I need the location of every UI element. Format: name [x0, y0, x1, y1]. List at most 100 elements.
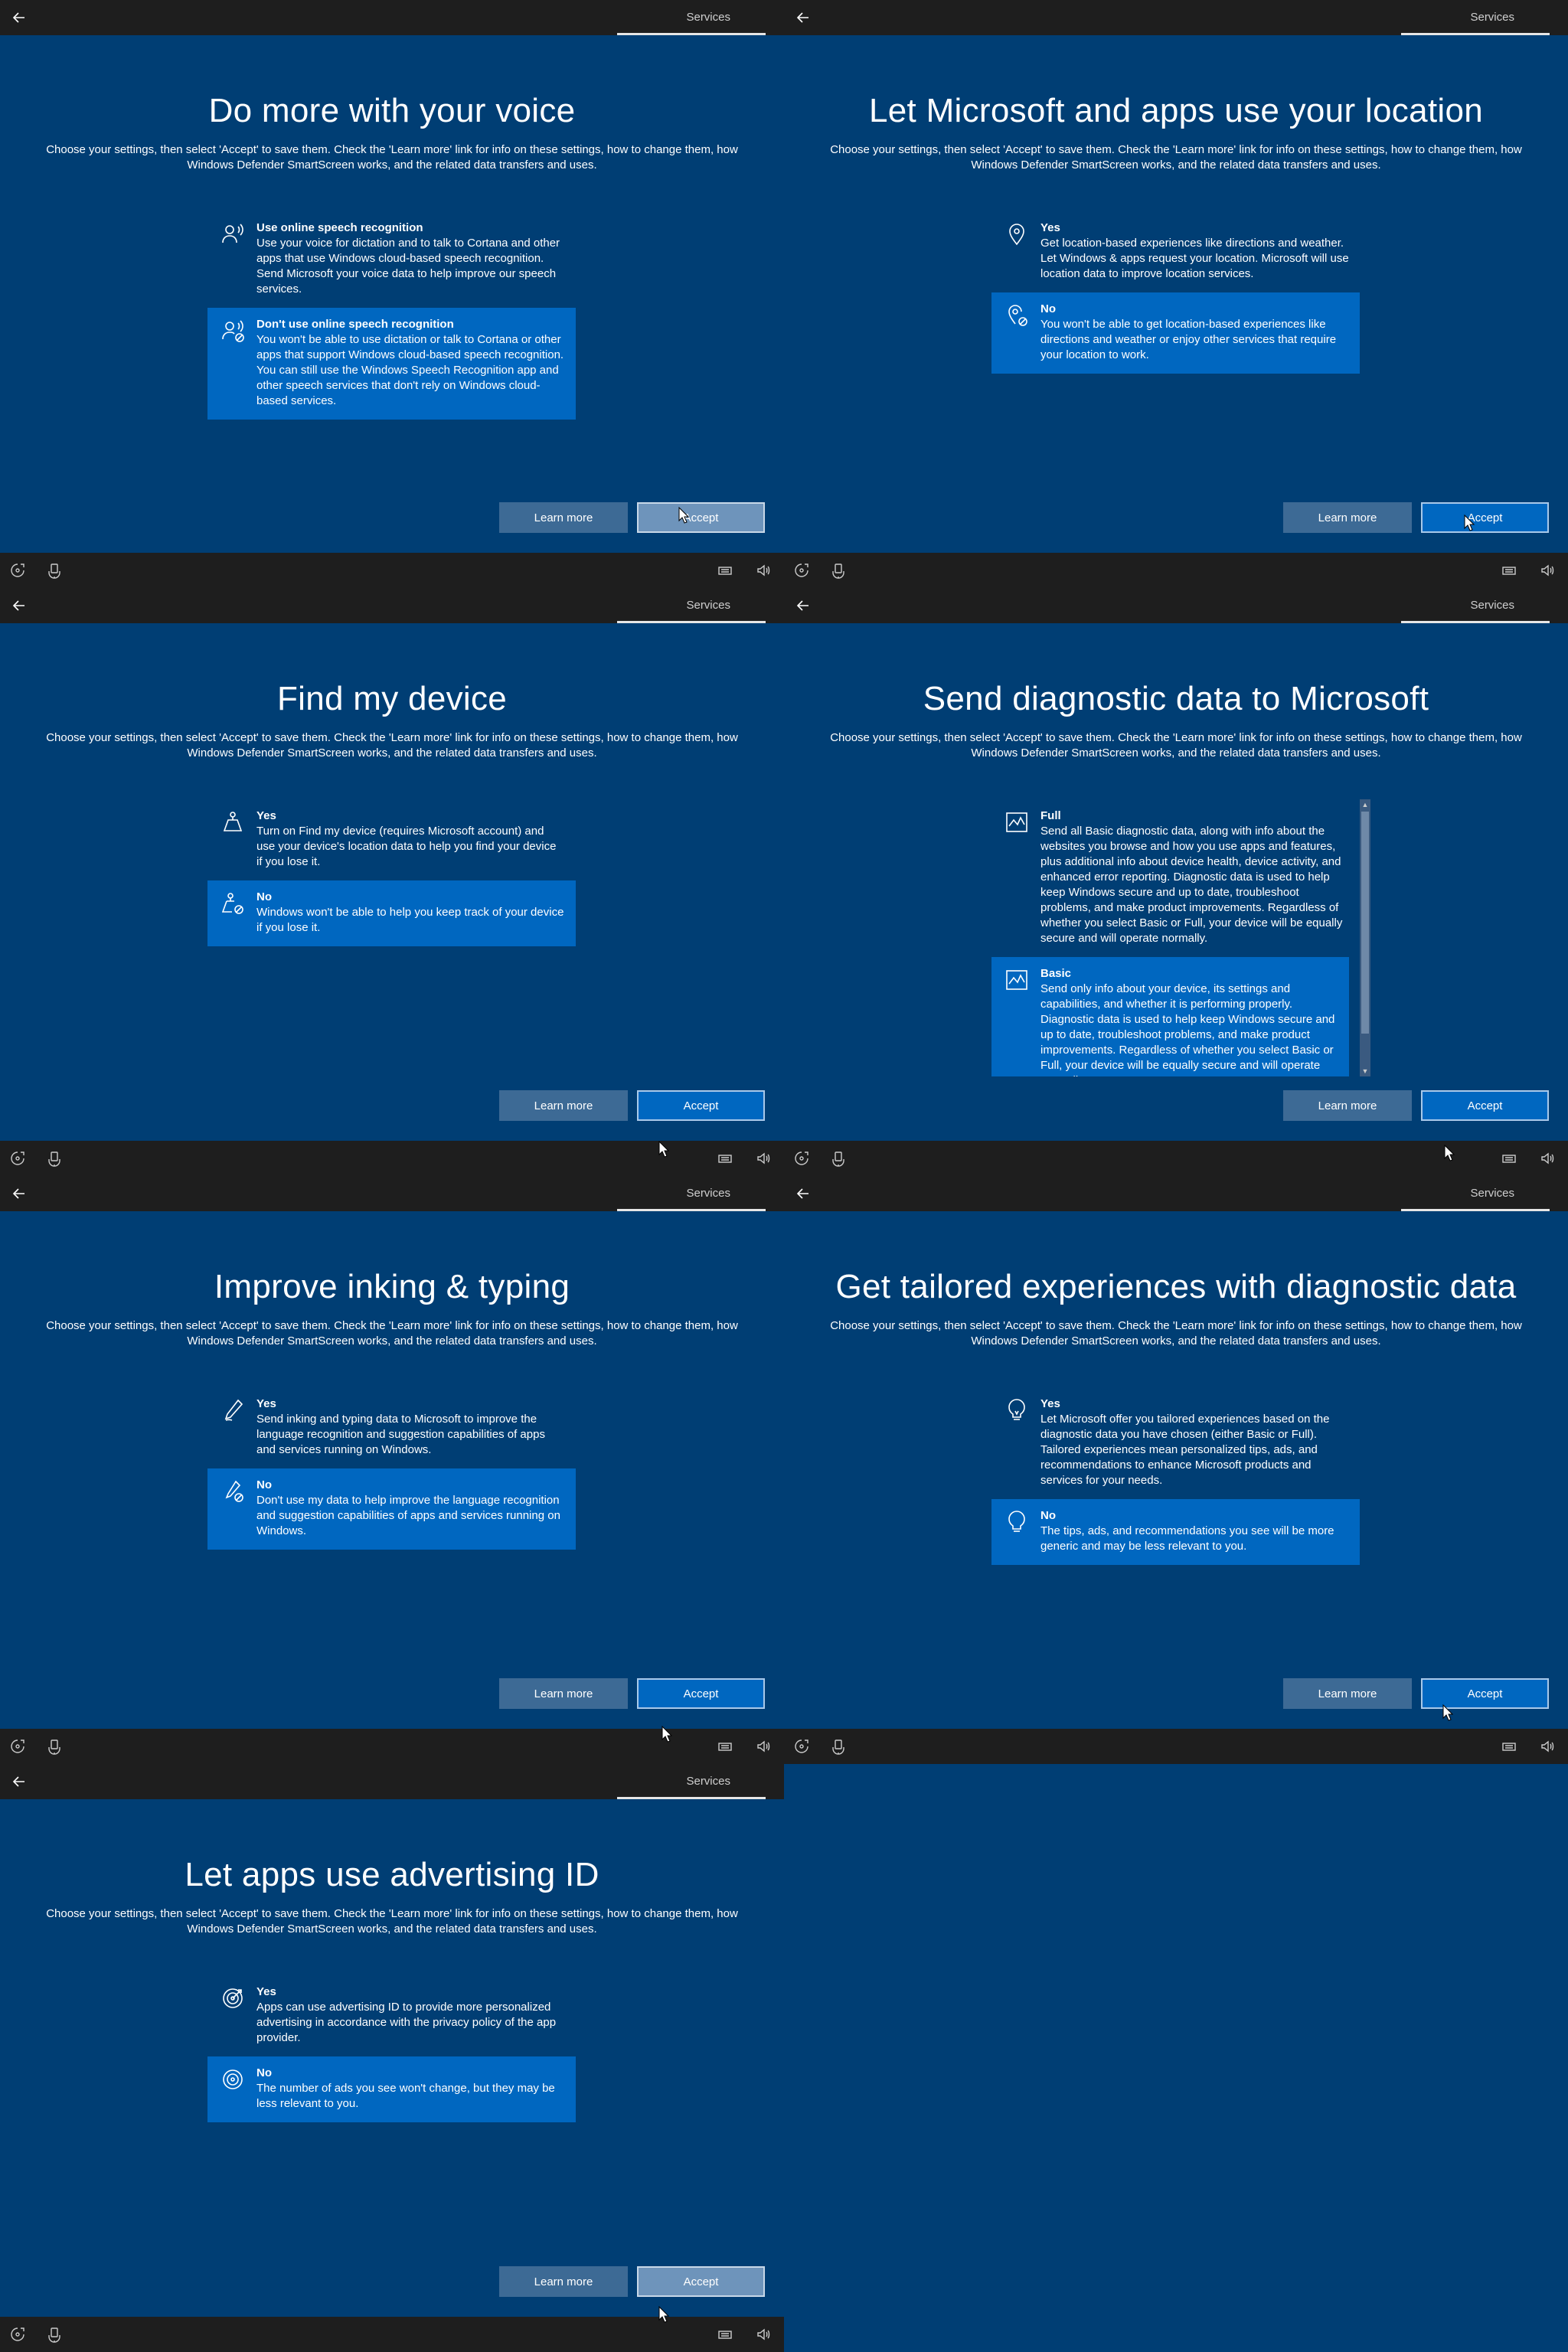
- keyboard-icon[interactable]: [1501, 562, 1517, 579]
- scroll-up-arrow[interactable]: ▲: [1360, 799, 1370, 810]
- option-yes[interactable]: Yes Send inking and typing data to Micros…: [207, 1387, 576, 1468]
- back-arrow-icon[interactable]: Back: [793, 1184, 813, 1204]
- tab-services[interactable]: Services: [686, 1775, 730, 1788]
- volume-icon[interactable]: [1539, 1738, 1556, 1755]
- speech-icon: [220, 221, 246, 247]
- microphone-icon[interactable]: [46, 2326, 63, 2343]
- accept-button[interactable]: Accept: [1421, 1090, 1549, 1121]
- keyboard-icon[interactable]: [717, 2326, 733, 2343]
- option-no[interactable]: No The tips, ads, and recommendations you…: [991, 1499, 1360, 1565]
- keyboard-icon[interactable]: [1501, 1738, 1517, 1755]
- option-no[interactable]: No Don't use my data to help improve the …: [207, 1468, 576, 1550]
- option-body: You won't be able to get location-based …: [1040, 318, 1337, 361]
- microphone-icon[interactable]: [46, 562, 63, 579]
- microphone-icon[interactable]: [46, 1738, 63, 1755]
- learn-more-button[interactable]: Learn more: [499, 1678, 628, 1709]
- scrollbar[interactable]: ▲ ▼: [1360, 799, 1370, 1076]
- keyboard-icon[interactable]: [717, 562, 733, 579]
- accept-button[interactable]: Accept: [637, 502, 765, 533]
- top-bar: Back Services: [0, 588, 784, 623]
- top-bar: Back Services: [0, 0, 784, 35]
- learn-more-button[interactable]: Learn more: [499, 502, 628, 533]
- back-arrow-icon[interactable]: Back: [9, 596, 29, 616]
- option-no[interactable]: No The number of ads you see won't change…: [207, 2056, 576, 2122]
- microphone-icon[interactable]: [46, 1150, 63, 1167]
- learn-more-button[interactable]: Learn more: [1283, 502, 1412, 533]
- tab-services[interactable]: Services: [686, 1187, 730, 1200]
- back-arrow-icon[interactable]: Back: [9, 8, 29, 28]
- option-don-t-use-online-speech-recognition[interactable]: Don't use online speech recognition You w…: [207, 308, 576, 420]
- volume-icon[interactable]: [755, 562, 772, 579]
- tab-services[interactable]: Services: [1470, 11, 1514, 24]
- page-title: Improve inking & typing: [214, 1268, 570, 1305]
- tab-underline: [617, 1797, 766, 1799]
- microphone-icon[interactable]: [830, 562, 847, 579]
- volume-icon[interactable]: [1539, 1150, 1556, 1167]
- oobe-panel: Back Services Find my device Choose your se…: [0, 588, 784, 1176]
- back-arrow-icon[interactable]: Back: [9, 1772, 29, 1792]
- learn-more-button[interactable]: Learn more: [1283, 1090, 1412, 1121]
- diagnostic-chart-icon: [1004, 967, 1030, 993]
- volume-icon[interactable]: [1539, 562, 1556, 579]
- option-full[interactable]: Full Send all Basic diagnostic data, alon…: [991, 799, 1349, 957]
- tab-underline: [617, 1209, 766, 1211]
- options-list: Yes Apps can use advertising ID to provid…: [207, 1975, 576, 2122]
- keyboard-icon[interactable]: [717, 1738, 733, 1755]
- back-arrow-icon[interactable]: Back: [793, 8, 813, 28]
- tab-services[interactable]: Services: [1470, 599, 1514, 612]
- mouse-cursor-icon: [1444, 1145, 1455, 1161]
- page-title: Find my device: [276, 680, 508, 717]
- option-no[interactable]: No Windows won't be able to help you keep…: [207, 880, 576, 946]
- accept-button[interactable]: Accept: [637, 1678, 765, 1709]
- scroll-down-arrow[interactable]: ▼: [1360, 1066, 1370, 1076]
- learn-more-button[interactable]: Learn more: [1283, 1678, 1412, 1709]
- option-yes[interactable]: Yes Let Microsoft offer you tailored expe…: [991, 1387, 1360, 1499]
- find-device-off-icon: [220, 890, 246, 916]
- tab-services[interactable]: Services: [686, 11, 730, 24]
- volume-icon[interactable]: [755, 2326, 772, 2343]
- volume-icon[interactable]: [755, 1150, 772, 1167]
- option-yes[interactable]: Yes Apps can use advertising ID to provid…: [207, 1975, 576, 2056]
- location-off-icon: [1004, 302, 1030, 328]
- page-description: Choose your settings, then select 'Accep…: [46, 143, 738, 172]
- top-bar: Back Services: [784, 588, 1568, 623]
- accept-button[interactable]: Accept: [1421, 1678, 1549, 1709]
- options-scroll-area[interactable]: Full Send all Basic diagnostic data, alon…: [991, 799, 1360, 1076]
- ease-of-access-icon[interactable]: [793, 1738, 810, 1755]
- back-arrow-icon[interactable]: Back: [793, 596, 813, 616]
- option-no[interactable]: No You won't be able to get location-base…: [991, 292, 1360, 374]
- back-arrow-icon[interactable]: Back: [9, 1184, 29, 1204]
- option-body: Don't use my data to help improve the la…: [256, 1494, 560, 1537]
- ease-of-access-icon[interactable]: [9, 2326, 26, 2343]
- ease-of-access-icon[interactable]: [9, 562, 26, 579]
- option-basic[interactable]: Basic Send only info about your device, i…: [991, 957, 1349, 1076]
- pen-icon: [220, 1397, 246, 1423]
- microphone-icon[interactable]: [830, 1738, 847, 1755]
- tab-services[interactable]: Services: [686, 599, 730, 612]
- ease-of-access-icon[interactable]: [9, 1738, 26, 1755]
- learn-more-button[interactable]: Learn more: [499, 1090, 628, 1121]
- scroll-thumb[interactable]: [1361, 812, 1369, 1034]
- page-title: Let apps use advertising ID: [185, 1856, 599, 1893]
- option-body: Use your voice for dictation and to talk…: [256, 237, 560, 296]
- option-use-online-speech-recognition[interactable]: Use online speech recognition Use your vo…: [207, 211, 576, 308]
- accept-button[interactable]: Accept: [637, 1090, 765, 1121]
- ease-of-access-icon[interactable]: [793, 562, 810, 579]
- tab-services[interactable]: Services: [1470, 1187, 1514, 1200]
- top-bar: Back Services: [784, 1176, 1568, 1211]
- volume-icon[interactable]: [755, 1738, 772, 1755]
- option-body: The tips, ads, and recommendations you s…: [1040, 1524, 1334, 1553]
- keyboard-icon[interactable]: [1501, 1150, 1517, 1167]
- ease-of-access-icon[interactable]: [793, 1150, 810, 1167]
- accept-button[interactable]: Accept: [1421, 502, 1549, 533]
- option-yes[interactable]: Yes Turn on Find my device (requires Micr…: [207, 799, 576, 880]
- option-yes[interactable]: Yes Get location-based experiences like d…: [991, 211, 1360, 292]
- keyboard-icon[interactable]: [717, 1150, 733, 1167]
- ease-of-access-icon[interactable]: [9, 1150, 26, 1167]
- speech-off-icon: [220, 318, 246, 344]
- option-heading: Full: [1040, 809, 1061, 822]
- accept-button[interactable]: Accept: [637, 2266, 765, 2297]
- learn-more-button[interactable]: Learn more: [499, 2266, 628, 2297]
- microphone-icon[interactable]: [830, 1150, 847, 1167]
- page-title: Get tailored experiences with diagnostic…: [835, 1268, 1517, 1305]
